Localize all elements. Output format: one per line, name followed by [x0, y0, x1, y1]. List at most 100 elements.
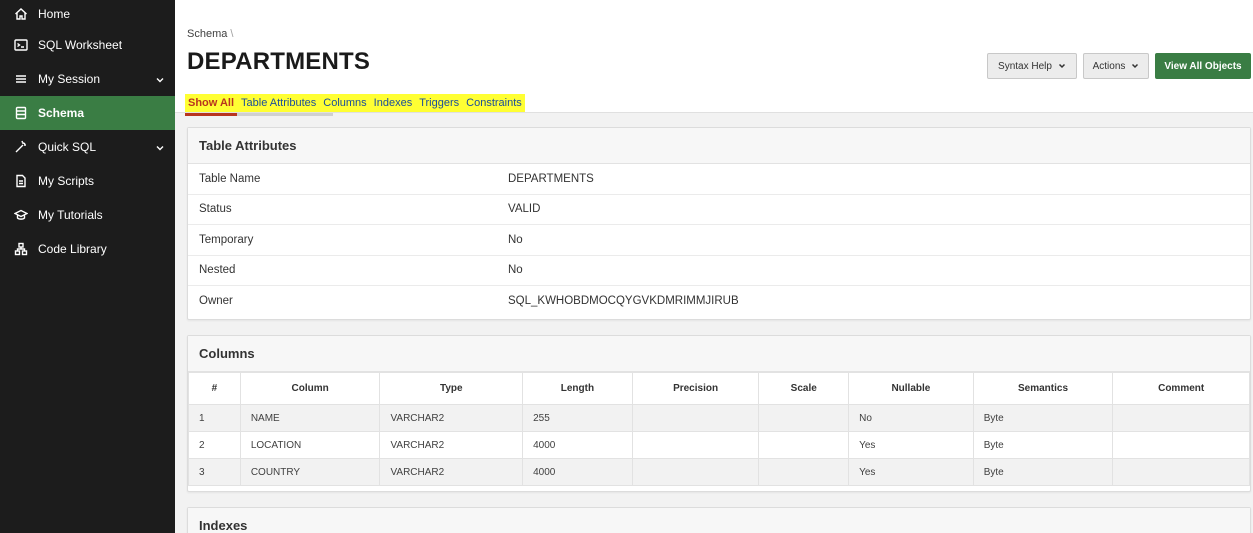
tab-table-attributes[interactable]: Table Attributes [241, 97, 316, 109]
column-header-column[interactable]: Column [239, 372, 381, 405]
column-header-scale[interactable]: Scale [758, 372, 850, 405]
document-icon [14, 174, 28, 188]
table-cell [1112, 404, 1250, 432]
breadcrumb-link-schema[interactable]: Schema [187, 28, 227, 40]
attribute-row: Owner SQL_KWHOBDMOCQYGVKDMRIMMJIRUB [188, 286, 1250, 317]
column-header-nullable[interactable]: Nullable [848, 372, 974, 405]
table-cell: 4000 [522, 458, 633, 486]
sidebar-item-label: Home [38, 7, 71, 21]
menu-icon [14, 72, 28, 86]
sidebar-item-my-scripts[interactable]: My Scripts [0, 164, 175, 198]
table-header-row: # Column Type Length Precision Scale Nul… [188, 372, 1250, 405]
tab-show-all[interactable]: Show All [188, 97, 234, 109]
page-title: DEPARTMENTS [187, 48, 371, 75]
magic-wand-icon [14, 140, 28, 154]
view-all-objects-button[interactable]: View All Objects [1155, 53, 1251, 79]
sidebar-item-quick-sql[interactable]: Quick SQL [0, 130, 175, 164]
column-header-type[interactable]: Type [379, 372, 524, 405]
attribute-label: Table Name [199, 172, 261, 185]
attribute-label: Status [199, 203, 232, 216]
chevron-down-icon[interactable] [155, 142, 165, 152]
attribute-label: Owner [199, 295, 233, 308]
breadcrumb-separator: \ [230, 28, 234, 40]
attribute-value: SQL_KWHOBDMOCQYGVKDMRIMMJIRUB [508, 295, 739, 308]
table-cell: Yes [848, 431, 974, 459]
graduation-cap-icon [14, 208, 28, 222]
table-cell: 4000 [522, 431, 633, 459]
syntax-help-button[interactable]: Syntax Help [987, 53, 1077, 79]
database-icon [14, 106, 28, 120]
attribute-value: DEPARTMENTS [508, 172, 594, 185]
table-cell [758, 431, 850, 459]
chevron-down-icon[interactable] [155, 74, 165, 84]
actions-label: Actions [1092, 60, 1126, 72]
sidebar-item-sql-worksheet[interactable]: SQL Worksheet [0, 28, 175, 62]
table-cell: VARCHAR2 [379, 404, 524, 432]
table-cell [758, 458, 850, 486]
attribute-label: Nested [199, 264, 236, 277]
actions-button[interactable]: Actions [1083, 53, 1149, 79]
column-header-semantics[interactable]: Semantics [972, 372, 1114, 405]
table-cell [1112, 431, 1250, 459]
terminal-icon [14, 38, 28, 52]
table-cell [631, 404, 760, 432]
attribute-label: Temporary [199, 233, 254, 246]
table-cell [758, 404, 850, 432]
table-cell: Byte [972, 431, 1114, 459]
table-cell: VARCHAR2 [379, 431, 524, 459]
tab-indexes[interactable]: Indexes [374, 97, 413, 109]
attribute-row: Temporary No [188, 225, 1250, 256]
tab-constraints[interactable]: Constraints [466, 97, 522, 109]
sidebar-item-label: My Scripts [38, 174, 95, 188]
attribute-value: No [508, 264, 523, 277]
table-cell [631, 458, 760, 486]
sidebar-item-label: My Tutorials [38, 208, 103, 222]
sidebar-item-home[interactable]: Home [0, 0, 175, 28]
region-title: Indexes [188, 508, 1250, 533]
column-header-length[interactable]: Length [522, 372, 633, 405]
sidebar-item-label: My Session [38, 72, 101, 86]
table-cell: 255 [522, 404, 633, 432]
syntax-help-label: Syntax Help [998, 60, 1052, 72]
table-cell: No [848, 404, 974, 432]
home-icon [14, 7, 28, 21]
column-header-comment[interactable]: Comment [1112, 372, 1250, 405]
sidebar-item-my-tutorials[interactable]: My Tutorials [0, 198, 175, 232]
sidebar: Home SQL Worksheet My Session Schema Qui… [0, 0, 175, 533]
table-cell [1112, 458, 1250, 486]
column-header-number[interactable]: # [188, 372, 241, 405]
sidebar-item-label: Schema [38, 106, 85, 120]
sidebar-item-schema[interactable]: Schema [0, 96, 175, 130]
table-cell: LOCATION [239, 431, 381, 459]
tab-columns[interactable]: Columns [323, 97, 366, 109]
attribute-row: Nested No [188, 256, 1250, 286]
region-tabs: Show All Table Attributes Columns Indexe… [185, 94, 525, 112]
sidebar-item-code-library[interactable]: Code Library [0, 232, 175, 266]
table-cell: Byte [972, 404, 1114, 432]
table-cell: COUNTRY [239, 458, 381, 486]
hierarchy-icon [14, 242, 28, 256]
column-header-precision[interactable]: Precision [631, 372, 760, 405]
breadcrumb: Schema \ [187, 28, 233, 40]
table-cell: 3 [188, 458, 241, 486]
sidebar-item-label: Code Library [38, 242, 107, 256]
indexes-region: Indexes [187, 507, 1251, 533]
main-content: Schema \ DEPARTMENTS Syntax Help Actions … [175, 0, 1253, 533]
chevron-down-icon [1131, 62, 1139, 70]
table-cell: 1 [188, 404, 241, 432]
columns-region: Columns # Column Type Length Precision S… [187, 335, 1251, 492]
chevron-down-icon [1058, 62, 1066, 70]
sidebar-item-label: Quick SQL [38, 140, 97, 154]
table-cell: VARCHAR2 [379, 458, 524, 486]
sidebar-item-my-session[interactable]: My Session [0, 62, 175, 96]
columns-table: # Column Type Length Precision Scale Nul… [188, 372, 1250, 486]
header-divider [175, 112, 1253, 113]
tab-indicator-track [237, 113, 333, 116]
tab-triggers[interactable]: Triggers [419, 97, 459, 109]
attribute-value: No [508, 233, 523, 246]
attribute-value: VALID [508, 203, 541, 216]
table-cell: Byte [972, 458, 1114, 486]
table-cell: 2 [188, 431, 241, 459]
table-cell: Yes [848, 458, 974, 486]
attribute-row: Status VALID [188, 195, 1250, 225]
